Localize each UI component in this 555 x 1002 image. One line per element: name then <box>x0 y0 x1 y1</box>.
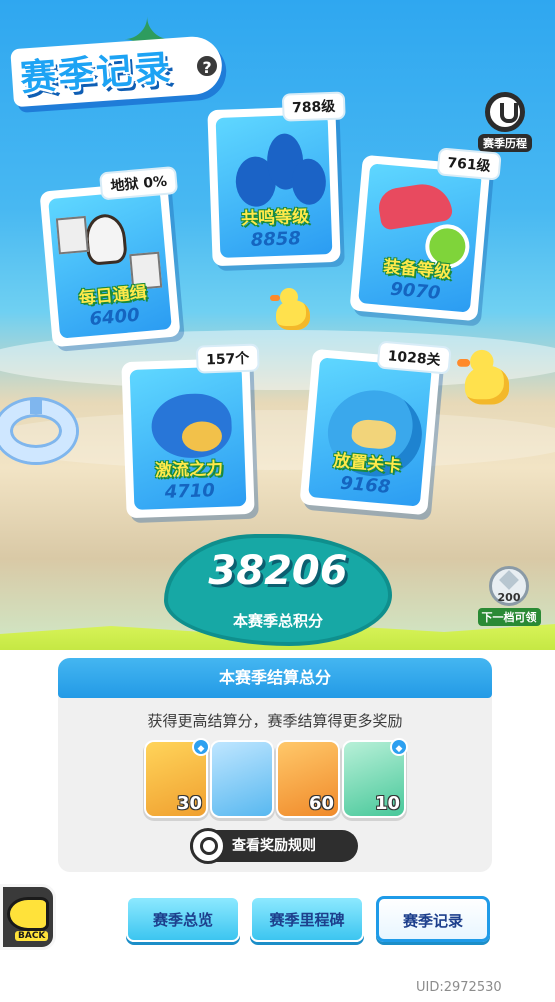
reward-item[interactable] <box>212 742 272 816</box>
card-torrent-power[interactable]: 激流之力 4710 157个 <box>121 345 258 519</box>
card-tag: 761级 <box>438 149 500 179</box>
settlement-description: 获得更高结算分，赛季结算得更多奖励 <box>147 712 403 730</box>
card-idle-stage[interactable]: 放置关卡 9168 1028关 <box>299 342 450 516</box>
reward-count: 60 <box>308 793 334 814</box>
season-journey-label: 赛季历程 <box>478 134 532 152</box>
reward-item[interactable]: 60 <box>278 742 338 816</box>
reward-flag-icon: ◆ <box>390 738 408 756</box>
reward-count: 10 <box>374 793 400 814</box>
page-title: 赛季记录 <box>18 47 174 100</box>
card-tag: 788级 <box>283 93 344 120</box>
next-reward-button[interactable]: 200 下一档可领 <box>474 566 544 632</box>
total-score: 38206 <box>208 548 348 594</box>
card-name: 共鸣等级 <box>240 206 310 230</box>
duck-decoration <box>457 349 510 405</box>
sunfish-icon <box>150 392 233 460</box>
card-tag: 157个 <box>197 345 258 372</box>
back-button[interactable]: BACK <box>0 884 56 950</box>
sneaker-icon <box>376 180 454 231</box>
settlement-panel: 本赛季结算总分 获得更高结算分，赛季结算得更多奖励 ◆ 30 60 ◆ 10 查… <box>58 658 492 872</box>
card-tag: 地狱 0% <box>101 168 176 199</box>
user-id: UID:2972530 <box>416 980 502 995</box>
view-reward-rules-button[interactable]: 查看奖励规则 <box>190 828 358 864</box>
back-arrow-icon <box>7 897 49 931</box>
settlement-title: 本赛季结算总分 <box>58 658 492 698</box>
wanted-poster-icon <box>55 215 89 255</box>
reward-item[interactable]: ◆ 10 <box>344 738 408 816</box>
magnifier-icon <box>190 828 226 864</box>
character-silhouette <box>291 158 327 206</box>
skull-sign-icon <box>83 212 128 266</box>
total-score-label: 本赛季总积分 <box>232 612 323 630</box>
reward-list: ◆ 30 60 ◆ 10 <box>146 738 410 820</box>
help-icon[interactable]: ? <box>195 54 219 78</box>
steering-wheel-icon <box>485 92 525 132</box>
reward-count: 30 <box>176 793 202 814</box>
card-daily-wanted[interactable]: 每日通缉 6400 地狱 0% <box>39 168 181 348</box>
card-score: 8858 <box>250 228 302 251</box>
card-resonance-level[interactable]: 共鸣等级 8858 788级 <box>207 93 344 267</box>
rule-button-label: 查看奖励规则 <box>232 838 316 854</box>
reward-item[interactable]: ◆ 30 <box>146 738 210 816</box>
reward-flag-icon: ◆ <box>192 738 210 756</box>
next-reward-label: 下一档可领 <box>477 608 541 626</box>
card-equipment-level[interactable]: 装备等级 9070 761级 <box>349 149 500 322</box>
duck-decoration <box>270 288 310 330</box>
next-reward-value: 200 <box>497 591 521 604</box>
tab-season-record[interactable]: 赛季记录 <box>376 896 490 942</box>
season-journey-button[interactable]: 赛季历程 <box>474 92 536 152</box>
tab-season-milestone[interactable]: 赛季里程碑 <box>250 896 364 942</box>
card-score: 4710 <box>164 480 216 503</box>
back-label: BACK <box>15 931 49 941</box>
tab-season-overview[interactable]: 赛季总览 <box>126 896 240 942</box>
card-name: 激流之力 <box>154 458 224 482</box>
diamond-icon: 200 <box>489 566 529 606</box>
wave-decoration <box>0 410 555 470</box>
